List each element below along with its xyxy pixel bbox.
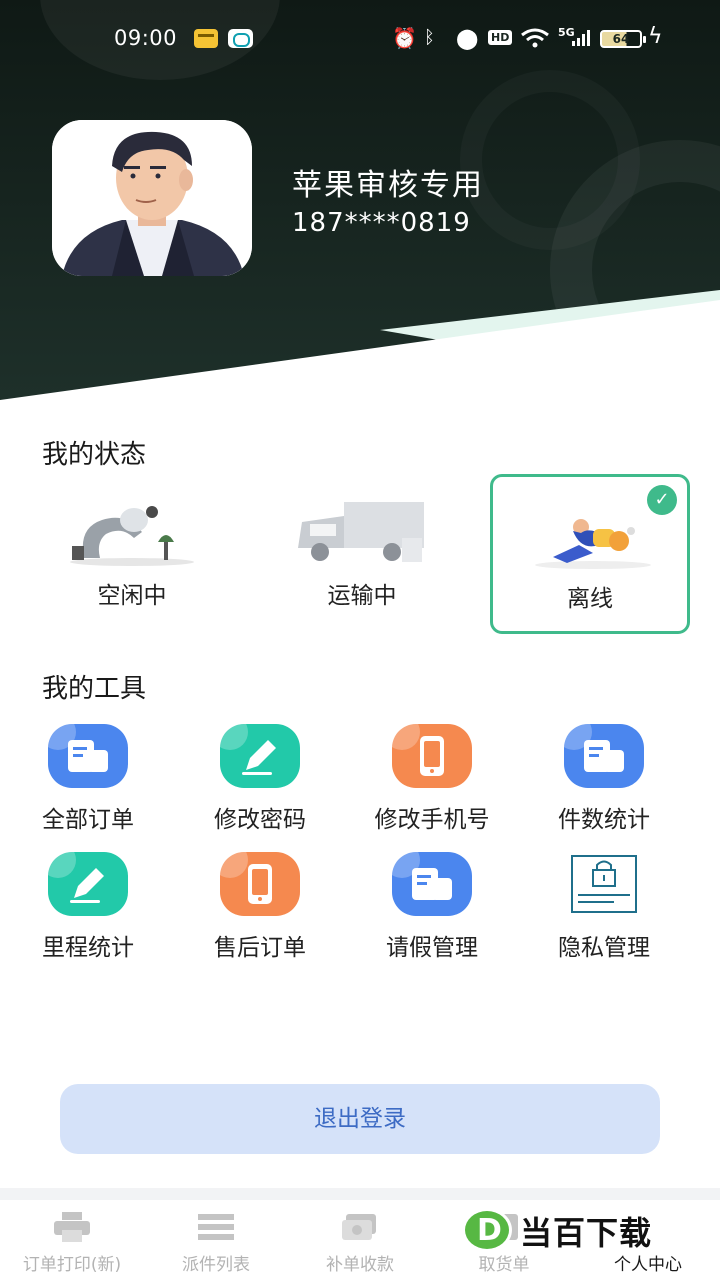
pencil-icon (48, 852, 128, 916)
nav-item-supplementary-payment[interactable]: 补单收款 (288, 1200, 432, 1280)
section-title-tools: 我的工具 (42, 674, 147, 704)
watermark-letter: D (477, 1213, 502, 1248)
bluetooth-icon: ᛒ (424, 27, 435, 48)
status-option-in-transit[interactable]: 运输中 (262, 474, 462, 634)
tool-privacy-management[interactable]: 隐私管理 (518, 852, 690, 962)
status-label: 离线 (567, 586, 613, 612)
lock-document-icon (564, 852, 644, 916)
idle-illustration (70, 506, 194, 566)
tool-label: 请假管理 (386, 935, 478, 961)
printer-icon (54, 1212, 90, 1242)
tool-label: 修改密码 (214, 807, 306, 833)
section-title-status: 我的状态 (42, 440, 147, 470)
nav-divider (0, 1188, 720, 1200)
phone-icon (392, 724, 472, 788)
nav-label: 派件列表 (182, 1255, 250, 1275)
document-icon (48, 724, 128, 788)
tool-change-password[interactable]: 修改密码 (174, 724, 346, 834)
tool-change-phone[interactable]: 修改手机号 (346, 724, 518, 834)
tool-label: 修改手机号 (374, 807, 490, 833)
logout-button[interactable]: 退出登录 (60, 1084, 660, 1154)
tool-label: 件数统计 (558, 807, 650, 833)
alarm-icon: ⏰ (392, 26, 417, 50)
status-bar: 09:00 ⏰ ᛒ ⬤ HD 5G 64 ϟ (0, 0, 720, 78)
nav-label: 补单收款 (326, 1255, 394, 1275)
wifi-icon (521, 28, 549, 48)
offline-illustration (535, 519, 651, 569)
mail-notification-icon (194, 29, 218, 48)
signal-icon (572, 30, 590, 46)
tool-leave-management[interactable]: 请假管理 (346, 852, 518, 962)
phone-icon (220, 852, 300, 916)
charging-icon: ϟ (648, 24, 663, 49)
payment-icon (342, 1214, 376, 1240)
document-icon (564, 724, 644, 788)
status-label: 空闲中 (97, 583, 167, 609)
location-icon: ⬤ (456, 26, 479, 50)
watermark-logo: D 当百下载 (462, 1208, 702, 1252)
battery-indicator: 64 (600, 30, 646, 48)
status-time: 09:00 (114, 26, 178, 50)
tool-label: 隐私管理 (558, 935, 650, 961)
list-icon (198, 1214, 234, 1240)
watermark-text: 当百下载 (520, 1214, 653, 1252)
avatar[interactable] (52, 120, 252, 276)
tool-piece-stats[interactable]: 件数统计 (518, 724, 690, 834)
user-name: 苹果审核专用 (292, 168, 484, 203)
tool-aftersales-orders[interactable]: 售后订单 (174, 852, 346, 962)
status-label: 运输中 (327, 583, 397, 609)
chat-notification-icon (228, 29, 253, 48)
nav-item-order-print[interactable]: 订单打印(新) (0, 1200, 144, 1280)
truck-illustration (298, 502, 424, 562)
nav-label: 订单打印(新) (22, 1255, 122, 1275)
tool-all-orders[interactable]: 全部订单 (2, 724, 174, 834)
user-phone: 187****0819 (292, 208, 471, 238)
tool-mileage-stats[interactable]: 里程统计 (2, 852, 174, 962)
status-option-idle[interactable]: 空闲中 (32, 474, 232, 634)
tool-label: 售后订单 (214, 935, 306, 961)
nav-item-dispatch-list[interactable]: 派件列表 (144, 1200, 288, 1280)
hd-badge: HD (488, 30, 513, 45)
document-icon (392, 852, 472, 916)
status-option-offline[interactable]: ✓ 离线 (490, 474, 690, 634)
pencil-icon (220, 724, 300, 788)
tool-label: 全部订单 (42, 807, 134, 833)
tool-label: 里程统计 (42, 935, 134, 961)
watermark-badge: D (462, 1208, 512, 1252)
